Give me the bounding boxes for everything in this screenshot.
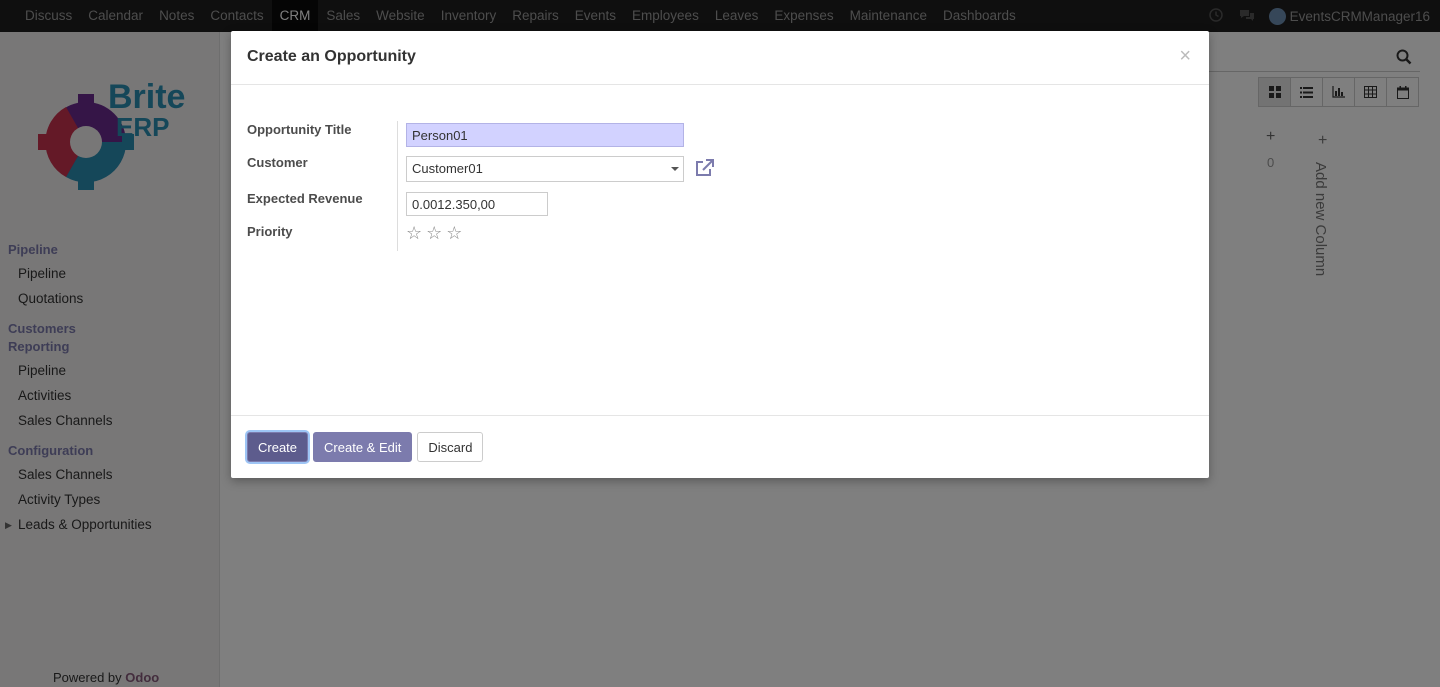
external-link-icon[interactable] — [695, 159, 714, 180]
priority-label: Priority — [247, 224, 293, 239]
modal-footer: Create Create & Edit Discard — [231, 415, 1209, 478]
modal-header: Create an Opportunity × — [231, 31, 1209, 85]
opportunity-title-label: Opportunity Title — [247, 122, 352, 137]
star-icon[interactable]: ☆ — [406, 224, 422, 242]
priority-stars: ☆ ☆ ☆ — [406, 224, 462, 242]
label-separator — [397, 121, 398, 251]
star-icon[interactable]: ☆ — [446, 224, 462, 242]
customer-select[interactable]: Customer01 — [406, 156, 684, 182]
expected-revenue-input[interactable]: 0.0012.350,00 — [406, 192, 548, 216]
customer-value: Customer01 — [412, 161, 483, 176]
create-opportunity-dialog: Create an Opportunity × Opportunity Titl… — [231, 31, 1209, 478]
opportunity-title-input[interactable]: Person01 — [406, 123, 684, 147]
create-button[interactable]: Create — [247, 432, 309, 462]
discard-button[interactable]: Discard — [417, 432, 484, 462]
close-icon[interactable]: × — [1179, 45, 1191, 68]
chevron-down-icon[interactable] — [671, 167, 679, 171]
star-icon[interactable]: ☆ — [426, 224, 442, 242]
modal-body: Opportunity Title Customer Expected Reve… — [231, 85, 1209, 415]
modal-title: Create an Opportunity — [247, 48, 416, 65]
customer-label: Customer — [247, 155, 308, 170]
create-edit-button[interactable]: Create & Edit — [313, 432, 413, 462]
expected-revenue-label: Expected Revenue — [247, 191, 363, 206]
